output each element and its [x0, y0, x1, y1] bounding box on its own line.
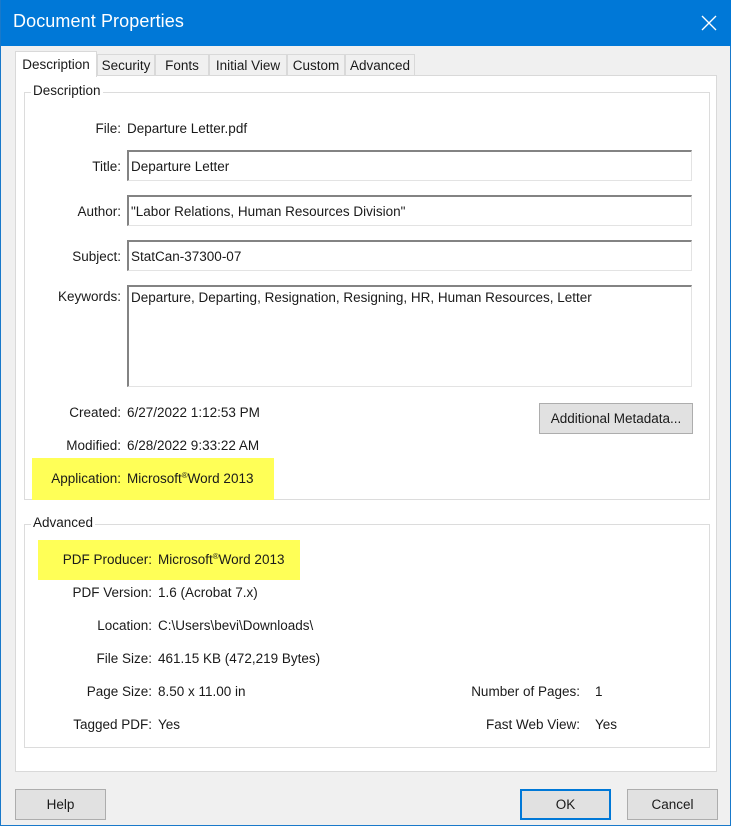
ok-button[interactable]: OK [520, 789, 611, 820]
tab-advanced[interactable]: Advanced [345, 54, 415, 76]
created-label: Created: [69, 405, 121, 420]
application-brand: Microsoft [127, 471, 182, 486]
tab-fonts[interactable]: Fonts [155, 54, 209, 76]
pdf-producer-brand: Microsoft [158, 552, 213, 567]
help-button[interactable]: Help [15, 789, 106, 820]
page-size-value: 8.50 x 11.00 in [158, 684, 246, 699]
pdf-producer-label: PDF Producer: [62, 552, 152, 567]
file-size-value: 461.15 KB (472,219 Bytes) [158, 651, 321, 666]
fast-web-view-label: Fast Web View: [485, 717, 580, 732]
application-value: Microsoft®Word 2013 [127, 471, 253, 486]
subject-input[interactable] [127, 240, 692, 271]
fast-web-view-value: Yes [595, 717, 618, 732]
description-group: Description File: Departure Letter.pdf T… [24, 83, 710, 500]
document-properties-dialog: Document Properties Description Security… [0, 0, 731, 826]
title-input[interactable] [127, 150, 692, 181]
location-label: Location: [97, 618, 152, 633]
author-input[interactable] [127, 195, 692, 226]
modified-value: 6/28/2022 9:33:22 AM [127, 438, 260, 453]
location-value: C:\Users\bevi\Downloads\ [158, 618, 314, 633]
application-label: Application: [51, 471, 121, 486]
page-size-label: Page Size: [86, 684, 152, 699]
subject-label: Subject: [72, 249, 121, 264]
pdf-producer-value: Microsoft®Word 2013 [158, 552, 284, 567]
tab-custom[interactable]: Custom [287, 54, 345, 76]
cancel-button[interactable]: Cancel [627, 789, 718, 820]
dialog-title: Document Properties [13, 11, 184, 31]
title-bar[interactable]: Document Properties [1, 0, 731, 46]
description-group-legend: Description [31, 83, 103, 98]
number-of-pages-label: Number of Pages: [471, 684, 580, 699]
tagged-pdf-value: Yes [158, 717, 181, 732]
tab-initial-view[interactable]: Initial View [209, 54, 287, 76]
tagged-pdf-label: Tagged PDF: [73, 717, 152, 732]
file-size-label: File Size: [96, 651, 152, 666]
pdf-version-value: 1.6 (Acrobat 7.x) [158, 585, 258, 600]
title-label: Title: [92, 159, 121, 174]
advanced-group: Advanced PDF Producer: Microsoft®Word 20… [24, 515, 710, 748]
keywords-textarea[interactable]: Departure, Departing, Resignation, Resig… [127, 285, 692, 387]
pdf-producer-product: Word 2013 [218, 552, 285, 567]
keywords-label: Keywords: [57, 289, 121, 304]
application-product: Word 2013 [187, 471, 254, 486]
advanced-group-legend: Advanced [31, 515, 96, 530]
close-icon [701, 15, 717, 31]
file-value: Departure Letter.pdf [127, 121, 248, 136]
modified-label: Modified: [66, 438, 121, 453]
pdf-version-label: PDF Version: [72, 585, 152, 600]
tab-description[interactable]: Description [15, 51, 97, 77]
additional-metadata-button[interactable]: Additional Metadata... [539, 403, 693, 434]
author-label: Author: [77, 204, 121, 219]
tab-security[interactable]: Security [97, 54, 155, 76]
tab-panel-description: Description File: Departure Letter.pdf T… [15, 75, 717, 772]
file-label: File: [95, 121, 121, 136]
number-of-pages-value: 1 [595, 684, 603, 699]
created-value: 6/27/2022 1:12:53 PM [127, 405, 260, 420]
close-button[interactable] [686, 0, 731, 46]
